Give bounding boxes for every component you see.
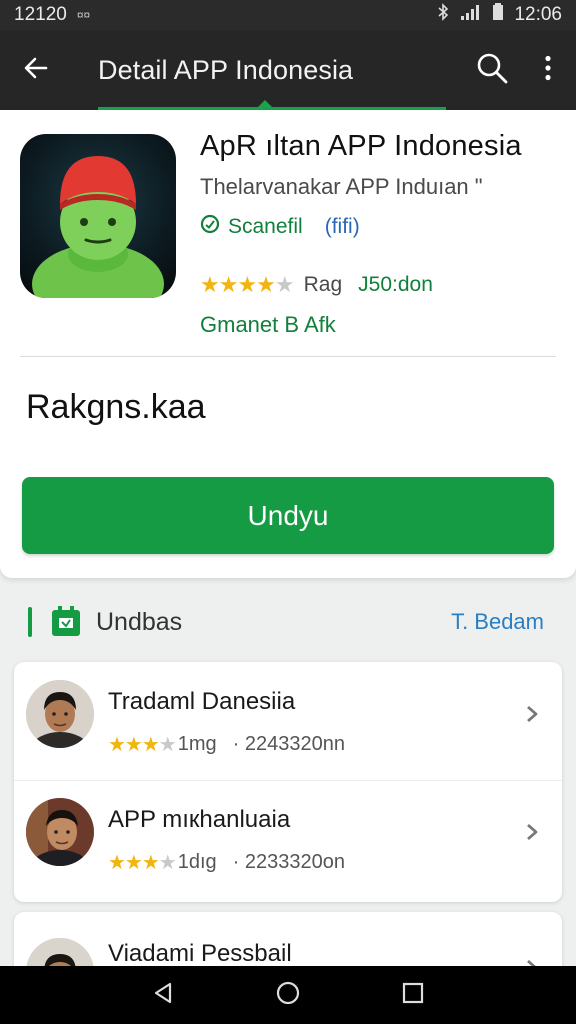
- category-link[interactable]: (fifi): [325, 215, 360, 239]
- nav-back-button[interactable]: [143, 975, 183, 1015]
- search-icon: [475, 51, 509, 90]
- related-apps-list: Tradaml Danesiia ★★★★ 1mg · 2243320nn AP…: [14, 662, 562, 902]
- meta-row: Scanefil (fifi): [200, 214, 360, 240]
- back-triangle-icon: [152, 981, 174, 1010]
- section-header: Undbas T. Bedam: [0, 596, 576, 648]
- recents-square-icon: [401, 981, 425, 1010]
- section-accent-bar: [28, 607, 32, 637]
- bluetooth-icon: [436, 3, 450, 27]
- system-nav-bar: [0, 966, 576, 1024]
- back-arrow-icon: [22, 54, 50, 87]
- rating-row: ★★★★★ Rag J50:don: [200, 272, 433, 298]
- list-item-stars: ★★★★: [108, 734, 177, 756]
- install-button[interactable]: Undyu: [22, 477, 554, 554]
- status-time-right: 12:06: [514, 4, 562, 25]
- more-vert-icon: [544, 55, 552, 86]
- status-time-left: 12120: [14, 4, 67, 25]
- title-caret: [258, 100, 272, 107]
- app-developer[interactable]: Thelarvanakar APP Induıan ": [200, 174, 483, 200]
- app-icon: [20, 134, 176, 298]
- calendar-icon: [50, 606, 82, 638]
- rating-stars: ★★★★★: [200, 272, 295, 297]
- nav-recents-button[interactable]: [393, 975, 433, 1015]
- avatar: [26, 798, 94, 866]
- rating-value: J50:don: [358, 273, 433, 296]
- list-item[interactable]: Tradaml Danesiia ★★★★ 1mg · 2243320nn: [14, 662, 562, 781]
- list-item[interactable]: APP mıкhanluaia ★★★★ 1dıg · 2233320on: [14, 780, 562, 898]
- list-item-downloads: · 2243320nn: [232, 733, 345, 755]
- chevron-right-icon: [520, 702, 544, 726]
- app-bar-title: Detail APP Indonesia: [98, 54, 354, 85]
- list-item-downloads: · 2233320on: [232, 851, 345, 873]
- signal-icon: [460, 3, 482, 27]
- avatar: [26, 680, 94, 748]
- search-button[interactable]: [464, 30, 520, 110]
- list-item-name: APP mıкhanluaia: [108, 806, 291, 833]
- list-item-size: 1dıg: [177, 851, 217, 873]
- app-bar: Detail APP Indonesia: [0, 30, 576, 110]
- list-item-meta: ★★★★ 1mg · 2243320nn: [108, 732, 345, 757]
- more-options-button[interactable]: [520, 30, 576, 110]
- divider: [20, 356, 556, 357]
- list-item-meta: ★★★★ 1dıg · 2233320on: [108, 850, 345, 875]
- app-detail-card: ApR ıltan APP Indonesia Thelarvanakar AP…: [0, 110, 576, 578]
- nav-home-button[interactable]: [268, 975, 308, 1015]
- chevron-right-icon: [520, 820, 544, 844]
- home-circle-icon: [275, 980, 301, 1011]
- battery-icon: [492, 3, 504, 27]
- status-indicator: ¤¤: [76, 8, 91, 22]
- verified-label: Scanefil: [228, 215, 303, 238]
- list-item-stars: ★★★★: [108, 852, 177, 874]
- list-item-name: Viadami Pessbail: [108, 940, 292, 967]
- back-button[interactable]: [0, 30, 72, 110]
- age-rating: Gmanet B Afk: [200, 312, 336, 337]
- list-item-size: 1mg: [177, 733, 217, 755]
- verified-icon: [200, 214, 220, 240]
- section-more-link[interactable]: T. Bedam: [451, 609, 544, 635]
- status-bar: 12120 ¤¤ 12:06: [0, 0, 576, 30]
- app-name: ApR ıltan APP Indonesia: [200, 130, 522, 162]
- app-description: Rakgns.kaa: [26, 388, 206, 426]
- list-item-name: Tradaml Danesiia: [108, 688, 296, 715]
- section-title: Undbas: [96, 607, 183, 636]
- rating-label: Rag: [303, 273, 343, 296]
